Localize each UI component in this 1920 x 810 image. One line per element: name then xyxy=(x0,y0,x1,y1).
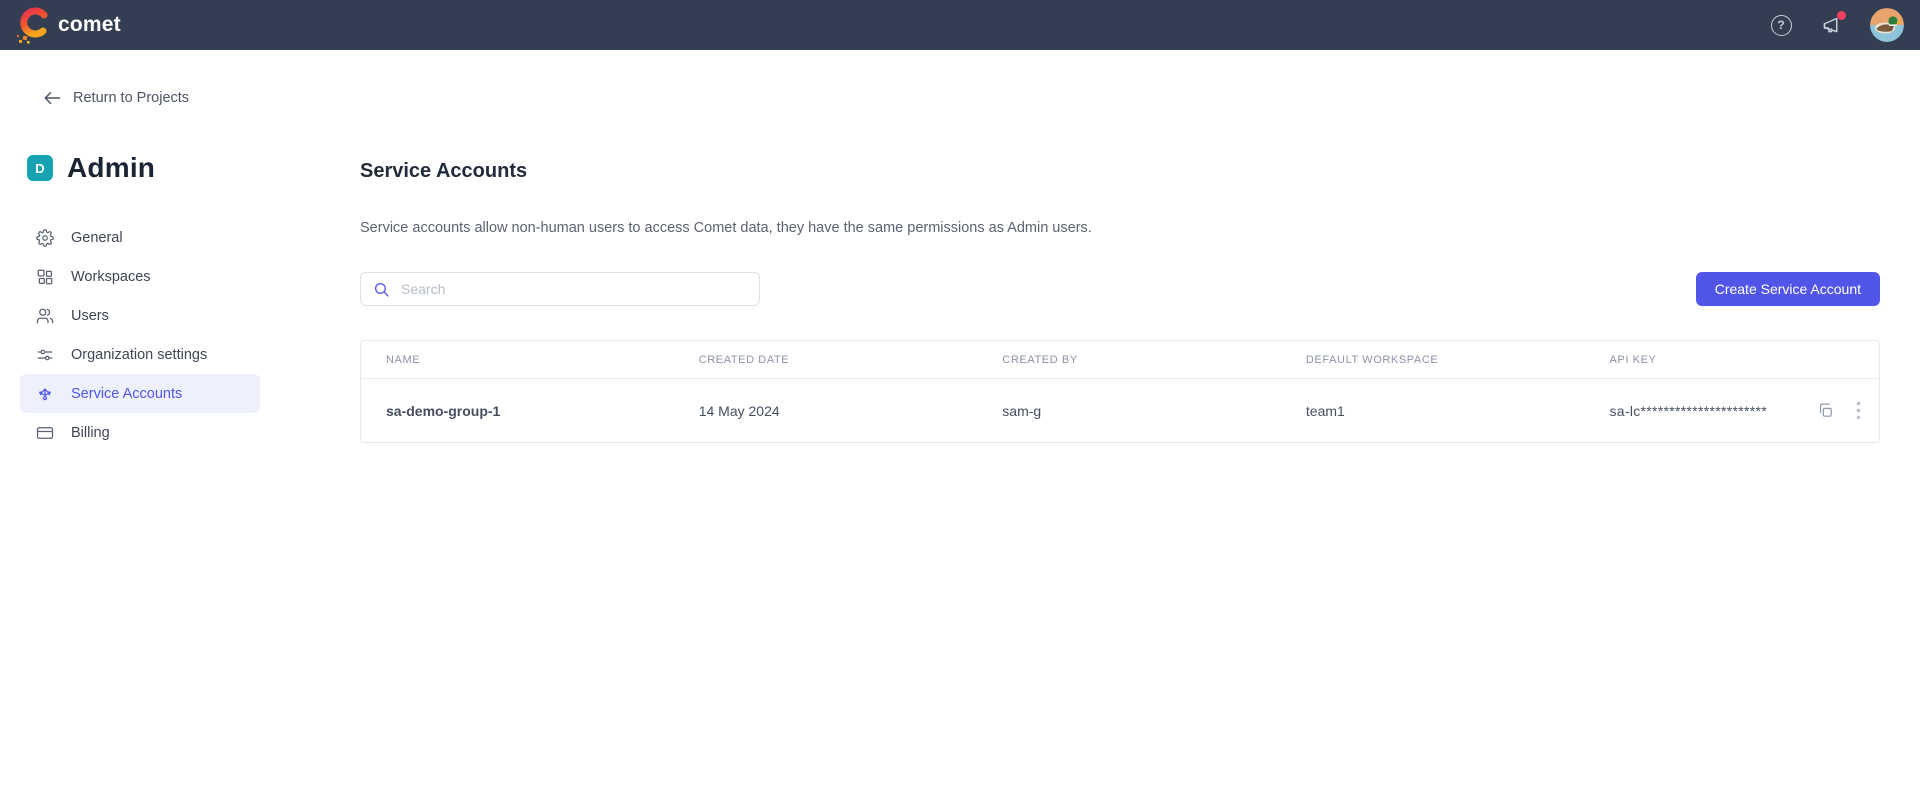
question-mark-icon: ? xyxy=(1771,15,1792,36)
sidebar-item-label: Service Accounts xyxy=(71,386,182,402)
cell-api-key: sa-lc********************** xyxy=(1584,379,1787,442)
arrow-left-icon xyxy=(43,91,61,105)
column-header-created-by: CREATED BY xyxy=(977,341,1281,379)
duck-avatar-image xyxy=(1870,8,1904,42)
column-header-api-key: API KEY xyxy=(1584,341,1787,379)
sidebar-item-label: Workspaces xyxy=(71,269,151,285)
sidebar-item-users[interactable]: Users xyxy=(20,296,260,335)
column-header-default-workspace: DEFAULT WORKSPACE xyxy=(1281,341,1585,379)
sidebar-item-organization-settings[interactable]: Organization settings xyxy=(20,335,260,374)
copy-api-key-button[interactable] xyxy=(1817,402,1834,419)
admin-sidebar: General Workspaces Users Organization se… xyxy=(20,218,260,452)
sidebar-item-label: Billing xyxy=(71,425,110,441)
service-accounts-toolbar: Create Service Account xyxy=(360,272,1880,306)
page-title: Admin xyxy=(67,152,155,184)
sidebar-item-label: Organization settings xyxy=(71,347,207,363)
workspaces-grid-icon xyxy=(35,267,54,286)
notification-dot xyxy=(1837,11,1846,20)
sidebar-item-label: General xyxy=(71,230,123,246)
user-avatar[interactable] xyxy=(1870,8,1904,42)
cell-default-workspace: team1 xyxy=(1281,379,1585,442)
sliders-icon xyxy=(35,345,54,364)
org-initial-badge: D xyxy=(27,155,53,181)
announcements-button[interactable] xyxy=(1820,14,1842,36)
search-icon xyxy=(373,281,390,298)
cell-created-by: sam-g xyxy=(977,379,1281,442)
comet-logo[interactable]: comet xyxy=(16,5,121,45)
kebab-menu-icon xyxy=(1856,401,1861,420)
comet-logo-icon xyxy=(16,5,50,45)
sidebar-item-service-accounts[interactable]: Service Accounts xyxy=(20,374,260,413)
sidebar-item-workspaces[interactable]: Workspaces xyxy=(20,257,260,296)
column-header-created-date: CREATED DATE xyxy=(674,341,978,379)
sidebar-item-label: Users xyxy=(71,308,109,324)
row-actions xyxy=(1813,401,1879,420)
table-row: sa-demo-group-1 14 May 2024 sam-g team1 … xyxy=(361,379,1879,442)
sidebar-item-billing[interactable]: Billing xyxy=(20,413,260,452)
credit-card-icon xyxy=(35,423,54,442)
table-header-row: NAME CREATED DATE CREATED BY DEFAULT WOR… xyxy=(361,341,1879,379)
section-title: Service Accounts xyxy=(360,160,527,183)
cell-name: sa-demo-group-1 xyxy=(361,379,674,442)
copy-icon xyxy=(1817,402,1834,419)
column-header-name: NAME xyxy=(361,341,674,379)
admin-header: D Admin xyxy=(27,152,155,184)
comet-logo-text: comet xyxy=(58,13,121,37)
sidebar-item-general[interactable]: General xyxy=(20,218,260,257)
search-input[interactable] xyxy=(399,280,759,298)
service-accounts-icon xyxy=(35,384,54,403)
gear-icon xyxy=(35,228,54,247)
row-menu-button[interactable] xyxy=(1856,401,1861,420)
column-header-actions xyxy=(1788,341,1879,379)
help-button[interactable]: ? xyxy=(1770,14,1792,36)
return-to-projects-link[interactable]: Return to Projects xyxy=(43,90,189,106)
cell-created-date: 14 May 2024 xyxy=(674,379,978,442)
service-accounts-table: NAME CREATED DATE CREATED BY DEFAULT WOR… xyxy=(360,340,1880,443)
users-icon xyxy=(35,306,54,325)
section-description: Service accounts allow non-human users t… xyxy=(360,220,1092,236)
search-box xyxy=(360,272,760,306)
create-service-account-button[interactable]: Create Service Account xyxy=(1696,272,1880,306)
return-link-label: Return to Projects xyxy=(73,90,189,106)
top-navigation-bar: comet ? xyxy=(0,0,1920,50)
